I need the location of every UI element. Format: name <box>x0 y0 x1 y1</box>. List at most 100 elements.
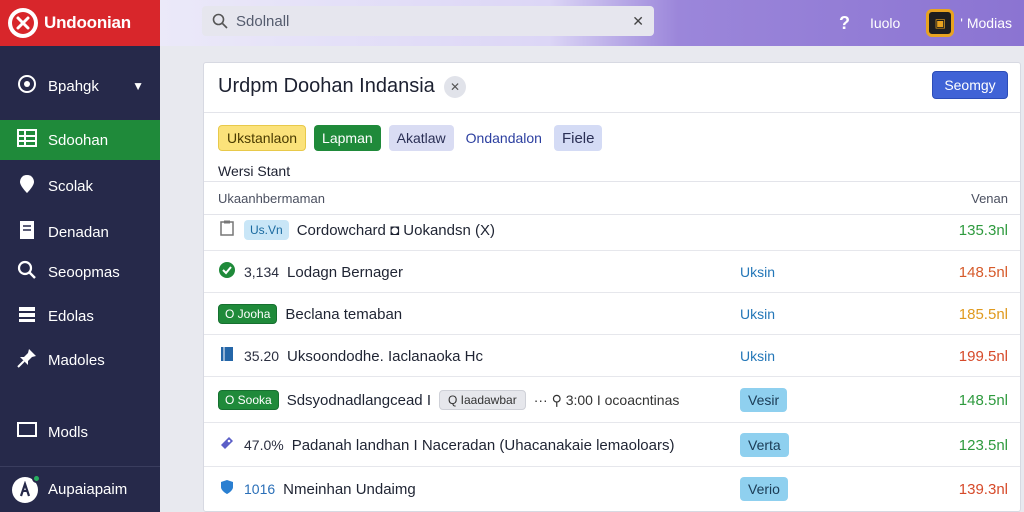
row-content: O Jooha Beclana temaban <box>218 293 402 335</box>
chip-lapman[interactable]: Lapman <box>314 125 381 151</box>
sidebar-item-label: Madoles <box>48 351 105 369</box>
card-header: Urdpm Doohan Indansia ✕ Seomgy <box>204 63 1020 113</box>
app-name: Undoonian <box>44 13 131 32</box>
shield-icon <box>218 479 236 499</box>
sidebar-item-label: Scolak <box>48 177 94 195</box>
help-icon: ? <box>838 12 850 33</box>
table-row[interactable]: 3,134 Lodagn Bernager Uksin 148.5nl <box>204 251 1020 293</box>
table-row[interactable]: 47.0% Padanah landhan I Naceradan (Uhaca… <box>204 423 1020 467</box>
row-content: O Sooka Sdsyodnadlangcead I Q Iaadawbar … <box>218 377 679 423</box>
row-tag[interactable]: Q Iaadawbar <box>438 390 526 410</box>
row-value: 123.5nl <box>958 436 1008 454</box>
sidebar-item-sdoohan[interactable]: Sdoohan <box>0 120 160 160</box>
top-right-actions: ? Iuolo ▣ ' Modias <box>839 0 1024 46</box>
row-text: Padanah landhan I Naceradan (Uhacanakaie… <box>291 436 675 454</box>
row-text: Sdsyodnadlangcead I <box>286 391 431 409</box>
row-status: Vesir <box>740 377 788 423</box>
row-value: 148.5nl <box>958 263 1008 281</box>
sidebar-item-denadan[interactable]: Denadan <box>0 212 160 252</box>
sidebar-item-label: Bpahgk <box>48 77 99 95</box>
section-label: Wersi Stant <box>218 163 291 179</box>
help-label: Iuolo <box>869 15 901 31</box>
table-row[interactable]: 35.20 Uksoondodhe. Iaclanaoka Hc Uksin 1… <box>204 335 1020 377</box>
sidebar-item-label: Denadan <box>48 223 109 241</box>
check-circle-icon <box>218 261 236 283</box>
sidebar-item-label: Edolas <box>48 307 94 325</box>
sidebar-item-label: Sdoohan <box>48 131 109 149</box>
tag-icon <box>218 435 236 455</box>
row-badge: Us.Vn <box>244 220 289 240</box>
status-chip[interactable]: Verio <box>740 477 788 501</box>
brand-logo-icon <box>8 8 38 38</box>
primary-button[interactable]: Seomgy <box>932 71 1008 99</box>
table-row[interactable]: O Sooka Sdsyodnadlangcead I Q Iaadawbar … <box>204 377 1020 423</box>
row-text: Uksoondodhe. Iaclanaoka Hc <box>287 347 484 365</box>
row-value: 148.5nl <box>958 391 1008 409</box>
top-bar: Undoonian Sdolnall ✕ ? Iuolo ▣ ' Modias <box>0 0 1024 46</box>
table-row[interactable]: 1016 Nmeinhan Undaimg Verio 139.3nl <box>204 467 1020 511</box>
app-brand[interactable]: Undoonian <box>0 0 160 46</box>
gauge-icon <box>16 74 38 99</box>
chevron-down-icon[interactable]: ▼ <box>132 79 144 93</box>
column-header-name[interactable]: Ukaanhbermaman <box>218 191 325 206</box>
grid-icon <box>16 128 38 152</box>
book-icon <box>218 346 236 366</box>
chip-fiele[interactable]: Fiele <box>553 125 603 151</box>
user-label: ' Modias <box>960 15 1012 31</box>
close-icon[interactable]: ✕ <box>444 76 466 98</box>
page-title: Urdpm Doohan Indansia <box>218 75 435 97</box>
profile-name: Aupaiapaim <box>48 481 128 498</box>
monitor-icon <box>16 421 38 443</box>
sidebar-item-edolas[interactable]: Edolas <box>0 296 160 336</box>
sidebar-item-seoopmas[interactable]: Seoopmas <box>0 252 160 292</box>
status-chip[interactable]: Vesir <box>740 388 788 412</box>
avatar: ▣ <box>926 9 955 37</box>
chip-akatlaw[interactable]: Akatlaw <box>388 125 454 151</box>
chip-ondandalon[interactable]: Ondandalon <box>462 125 546 151</box>
row-badge: O Sooka <box>218 390 279 410</box>
sidebar: Bpahgk ▼ Sdoohan Scolak Denadan Seoopmas… <box>0 46 160 512</box>
sidebar-footer-profile[interactable]: Aupaiapaim <box>0 466 160 512</box>
table-row[interactable]: Us.Vn Cordowchard ◘ Uokandsn (X) 135.3nl <box>204 209 1020 251</box>
filter-chips: Ukstanlaon Lapman Akatlaw Ondandalon Fie… <box>218 125 603 151</box>
search-value[interactable]: Sdolnall <box>236 13 624 30</box>
row-content: 1016 Nmeinhan Undaimg <box>218 467 416 511</box>
search-icon <box>16 260 38 285</box>
status-chip[interactable]: Verta <box>740 433 789 457</box>
main-card: Urdpm Doohan Indansia ✕ Seomgy Ukstanlao… <box>203 62 1021 512</box>
row-content: 35.20 Uksoondodhe. Iaclanaoka Hc <box>218 335 483 377</box>
row-value: 199.5nl <box>958 347 1008 365</box>
clipboard-icon <box>218 220 236 240</box>
sidebar-item-label: Seoopmas <box>48 263 120 281</box>
row-value: 135.3nl <box>958 221 1008 239</box>
profile-avatar-icon <box>12 473 41 503</box>
table-row[interactable]: O Jooha Beclana temaban Uksin 185.5nl <box>204 293 1020 335</box>
row-badge: O Jooha <box>218 304 278 324</box>
row-status: Verio <box>740 467 788 511</box>
sidebar-item-bpahgk[interactable]: Bpahgk ▼ <box>0 66 160 106</box>
row-status: Uksin <box>740 335 775 377</box>
row-number: 1016 <box>244 481 276 497</box>
row-number: 35.20 <box>244 348 280 364</box>
row-status: Uksin <box>740 293 775 335</box>
topbar-main: Sdolnall ✕ ? Iuolo ▣ ' Modias <box>160 0 1024 46</box>
row-number: 47.0% <box>244 437 284 453</box>
close-icon[interactable]: ✕ <box>632 13 644 30</box>
layers-icon <box>16 305 38 328</box>
column-header-value[interactable]: Venan <box>971 191 1008 206</box>
user-menu[interactable]: ▣ ' Modias <box>926 9 1012 37</box>
row-status: Uksin <box>740 251 775 293</box>
search-input[interactable]: Sdolnall ✕ <box>202 6 654 36</box>
row-text: Nmeinhan Undaimg <box>283 480 416 498</box>
sidebar-item-scolak[interactable]: Scolak <box>0 166 160 206</box>
pin-icon <box>16 174 38 199</box>
search-icon <box>212 13 228 29</box>
sidebar-item-madoles[interactable]: Madoles <box>0 340 160 380</box>
help-button[interactable]: ? Iuolo <box>839 13 900 34</box>
chip-ukstanlaon[interactable]: Ukstanlaon <box>218 125 307 151</box>
sidebar-item-modls[interactable]: Modls <box>0 412 160 452</box>
pushpin-icon <box>16 348 38 373</box>
online-status-dot <box>32 473 41 483</box>
row-text: Lodagn Bernager <box>287 263 403 281</box>
row-text: Cordowchard ◘ Uokandsn (X) <box>296 221 495 239</box>
